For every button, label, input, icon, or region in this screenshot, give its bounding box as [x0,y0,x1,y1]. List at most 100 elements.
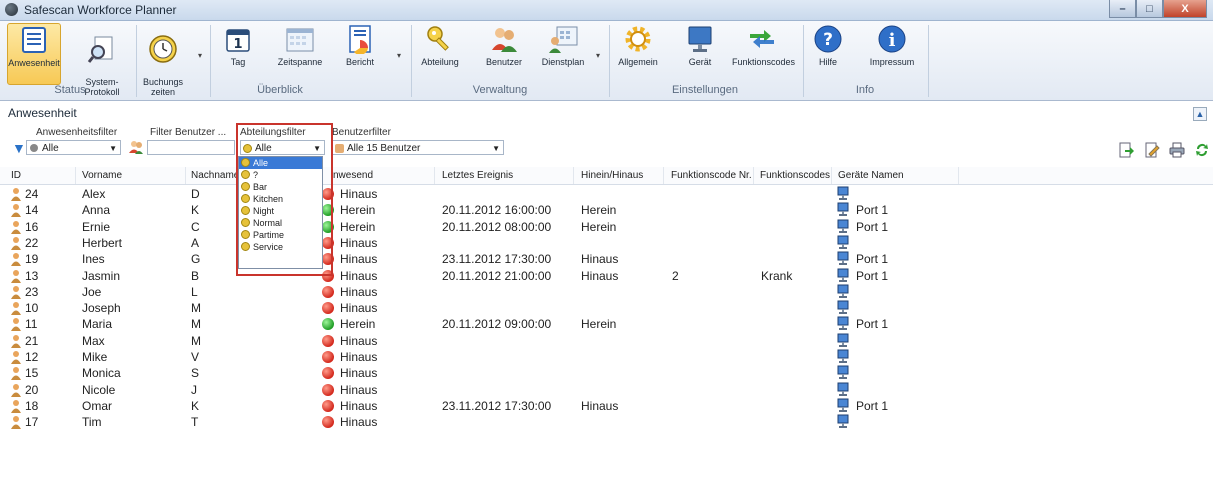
collapse-icon[interactable]: ▲ [1193,107,1207,121]
table-row[interactable]: 18 Omar K Hinaus 23.11.2012 17:30:00 Hinaus Po… [0,398,1213,414]
geraet-button[interactable]: Gerät [682,23,718,83]
table-row[interactable]: 23 Joe L Hinaus [0,284,1213,300]
table-row[interactable]: 12 Mike V Hinaus [0,349,1213,365]
dropdown-option[interactable]: Alle [239,157,322,169]
filter-benutzer-input[interactable] [147,140,235,155]
users-icon[interactable] [128,139,144,158]
table-row[interactable]: 19 Ines G Hinaus 23.11.2012 17:30:00 Hinaus Po… [0,251,1213,267]
filter-icon[interactable]: ▼ [12,140,26,156]
column-divider [663,167,664,184]
table-row[interactable]: 15 Monica S Hinaus [0,365,1213,381]
bericht-label: Bericht [345,57,374,67]
user-icon [335,144,344,153]
table-row[interactable]: 10 Joseph M Hinaus [0,300,1213,316]
group-separator [136,25,137,97]
dropdown-option[interactable]: Kitchen [239,193,322,205]
table-row[interactable]: 20 Nicole J Hinaus [0,382,1213,398]
table-row[interactable]: 11 Maria M Herein 20.11.2012 09:00:00 Herein P… [0,316,1213,332]
cell-nachname: G [191,252,201,267]
column-header-anwesend[interactable]: nwesend [333,170,373,181]
table-row[interactable]: 22 Herbert A Hinaus [0,235,1213,251]
benutzer-button[interactable]: Benutzer [482,23,526,83]
dropdown-option[interactable]: Service [239,241,322,253]
cell-nachname: T [191,415,199,430]
table-row[interactable]: 24 Alex D Hinaus [0,186,1213,202]
column-header-geraete-namen[interactable]: Geräte Namen [838,170,904,181]
chevron-down-icon[interactable]: ▾ [596,51,600,60]
table-row[interactable]: 16 Ernie C Herein 20.11.2012 08:00:00 Herein P… [0,219,1213,235]
table-row[interactable]: 14 Anna K Herein 20.11.2012 16:00:00 Herein Po… [0,202,1213,218]
buchungszeiten-button[interactable]: Buchungs zeiten [140,23,186,97]
key-icon [424,23,456,55]
cell-id: 10 [25,301,39,316]
export-icon[interactable] [1117,141,1135,159]
user-icon [11,253,21,267]
cell-id: 20 [25,382,39,397]
cell-anwesend: Hinaus [340,252,378,267]
dropdown-option-label: Alle [253,158,269,168]
print-icon[interactable] [1168,141,1186,159]
monitor-icon [837,333,849,347]
group-separator [928,25,929,97]
chevron-down-icon[interactable]: ▾ [198,51,202,60]
column-header-id[interactable]: ID [11,170,21,181]
dropdown-option[interactable]: Bar [239,181,322,193]
cell-nachname: C [191,219,200,234]
tag-button[interactable]: 1 Tag [220,23,256,83]
cell-geraete-namen: Port 1 [856,398,889,413]
funktionscodes-button[interactable]: Funktionscodes [732,23,795,83]
allgemein-button[interactable]: Allgemein [616,23,660,83]
close-button[interactable]: X [1163,0,1207,18]
cell-hinein-hinaus: Hinaus [581,398,619,413]
bericht-button[interactable]: Bericht [342,23,378,83]
cell-vorname: Nicole [82,382,116,397]
cell-nachname: S [191,366,200,381]
table-row[interactable]: 17 Tim T Hinaus [0,414,1213,430]
dropdown-option[interactable]: ? [239,169,322,181]
cell-anwesend: Hinaus [340,301,378,316]
maximize-button[interactable]: □ [1136,0,1163,18]
column-header-funktionscode-nr[interactable]: Funktionscode Nr. [671,170,752,181]
column-header-letztes-ereignis[interactable]: Letztes Ereignis [442,170,513,181]
column-divider [434,167,435,184]
column-divider [753,167,754,184]
impressum-button[interactable]: i Impressum [866,23,918,83]
table-row[interactable]: 13 Jasmin B Hinaus 20.11.2012 21:00:00 Hinaus… [0,268,1213,284]
anwesenheit-button[interactable]: Anwesenheit [7,23,61,85]
cell-nachname: J [191,382,197,397]
cell-anwesend: Hinaus [340,366,378,381]
cell-nachname: M [191,333,201,348]
edit-icon[interactable] [1143,141,1161,159]
status-dot-icon [322,351,334,363]
cell-anwesend: Hinaus [340,415,378,430]
benutzerfilter-select[interactable]: Alle 15 Benutzer ▼ [332,140,504,155]
column-header-funktionscodes[interactable]: Funktionscodes [760,170,830,181]
dropdown-option[interactable]: Partime [239,229,322,241]
dropdown-option[interactable]: Night [239,205,322,217]
column-header-hinein-hinaus[interactable]: Hinein/Hinaus [581,170,643,181]
column-header-nachname[interactable]: Nachname [191,170,239,181]
chevron-down-icon[interactable]: ▾ [397,51,401,60]
group-separator [210,25,211,97]
hilfe-button[interactable]: ? Hilfe [812,23,844,83]
cell-nachname: M [191,301,201,316]
system-protokoll-button[interactable]: System- Protokoll [80,23,124,97]
monitor-icon [837,414,849,429]
abteilung-button[interactable]: Abteilung [420,23,460,83]
cell-id: 19 [25,252,39,267]
refresh-icon[interactable] [1193,141,1211,159]
minimize-button[interactable]: – [1109,0,1136,18]
dropdown-option[interactable]: Normal [239,217,322,229]
status-dot-icon [322,367,334,380]
anwesenheitsfilter-select[interactable]: Alle ▼ [26,140,121,155]
status-dot-icon [322,383,334,396]
dienstplan-button[interactable]: Dienstplan [538,23,588,83]
cell-id: 18 [25,398,39,413]
user-icon [11,204,21,218]
column-header-vorname[interactable]: Vorname [82,170,122,181]
chevron-down-icon: ▼ [109,144,117,153]
gear-icon [622,23,654,55]
dropdown-option-label: Partime [253,230,285,240]
zeitspanne-button[interactable]: Zeitspanne [272,23,328,83]
table-row[interactable]: 21 Max M Hinaus [0,333,1213,349]
